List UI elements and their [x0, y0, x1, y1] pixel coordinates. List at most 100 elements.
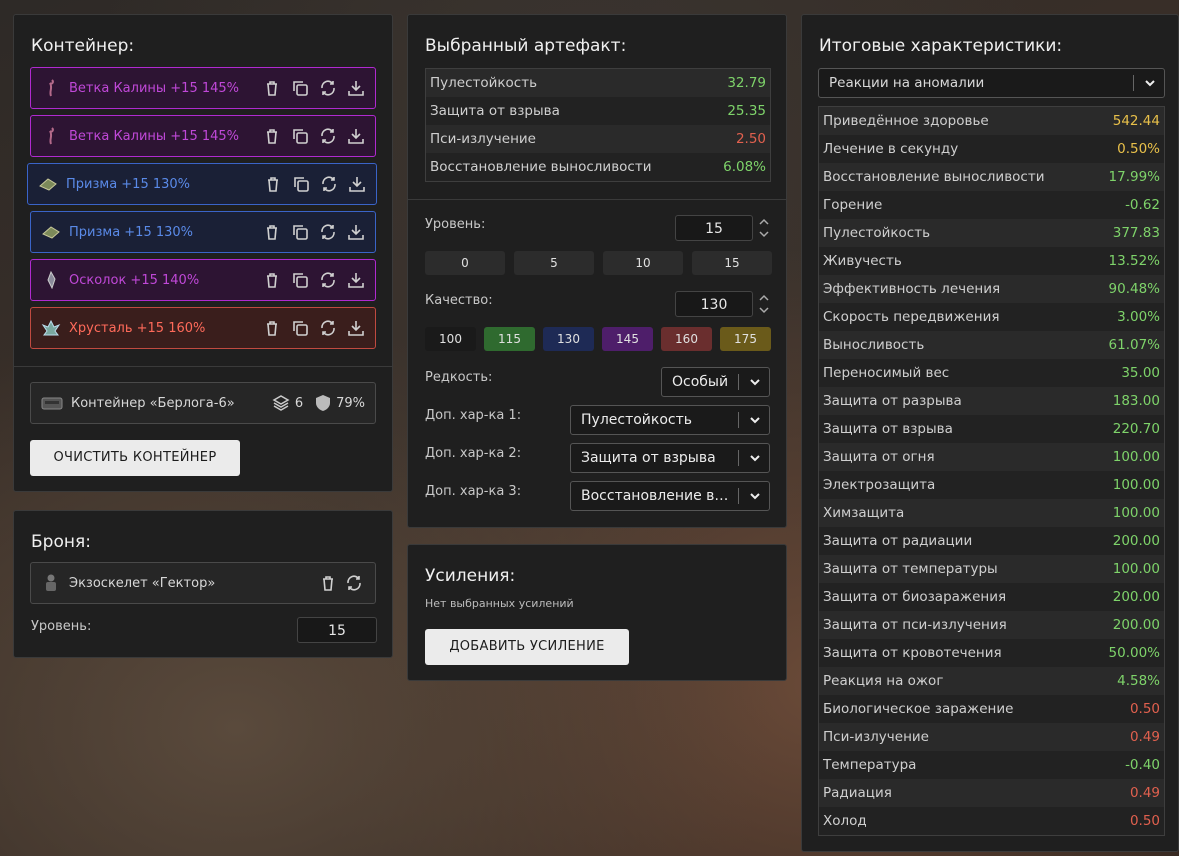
- copy-artifact-button[interactable]: [289, 317, 311, 339]
- totals-filter-select[interactable]: Реакции на аномалии: [818, 68, 1165, 98]
- stat-value: 6.08%: [723, 159, 766, 175]
- delete-armor-button[interactable]: [317, 572, 339, 594]
- container-info[interactable]: Контейнер «Берлога-6» 6 79%: [30, 382, 376, 424]
- rarity-select[interactable]: Особый: [661, 367, 770, 397]
- artifact-row[interactable]: Ветка Калины +15 145%: [30, 115, 376, 157]
- download-artifact-button[interactable]: [346, 173, 368, 195]
- extra1-value: Пулестойкость: [581, 412, 693, 428]
- chevron-down-icon: [745, 490, 765, 502]
- artifact-row[interactable]: Хрусталь +15 160%: [30, 307, 376, 349]
- divider: [408, 199, 786, 200]
- selected-title: Выбранный артефакт:: [425, 36, 627, 56]
- chevron-up-icon[interactable]: [759, 218, 769, 225]
- artifact-row[interactable]: Призма +15 130%: [30, 211, 376, 253]
- stat-value: 200.00: [1112, 617, 1160, 633]
- stat-row: Защита от температуры 100.00: [819, 555, 1164, 583]
- level-stepper[interactable]: [759, 218, 769, 238]
- delete-artifact-button[interactable]: [262, 173, 284, 195]
- delete-artifact-button[interactable]: [261, 125, 283, 147]
- protection-value: 79%: [336, 395, 365, 411]
- copy-artifact-button[interactable]: [290, 173, 312, 195]
- extra1-select[interactable]: Пулестойкость: [570, 405, 770, 435]
- branch-icon: [41, 78, 61, 98]
- level-preset-button[interactable]: 0: [425, 251, 505, 275]
- level-preset-button[interactable]: 5: [514, 251, 594, 275]
- extra3-label: Доп. хар-ка 3:: [425, 484, 522, 499]
- stat-value: -0.62: [1125, 197, 1160, 213]
- stat-value: 0.50%: [1117, 141, 1160, 157]
- delete-artifact-button[interactable]: [261, 269, 283, 291]
- swap-artifact-button[interactable]: [317, 317, 339, 339]
- quality-preset-button[interactable]: 175: [720, 327, 771, 351]
- quality-preset-button[interactable]: 145: [602, 327, 653, 351]
- stat-label: Восстановление выносливости: [430, 159, 652, 175]
- artifact-name: Осколок +15 140%: [69, 272, 200, 288]
- clear-container-button[interactable]: ОЧИСТИТЬ КОНТЕЙНЕР: [30, 440, 240, 476]
- chevron-down-icon: [1140, 77, 1160, 89]
- swap-artifact-button[interactable]: [317, 77, 339, 99]
- stat-value: 4.58%: [1117, 673, 1160, 689]
- quality-preset-button[interactable]: 160: [661, 327, 712, 351]
- level-preset-button[interactable]: 10: [603, 251, 683, 275]
- separator: [1133, 75, 1134, 91]
- quality-label: Качество:: [425, 293, 493, 308]
- quality-input[interactable]: 130: [675, 291, 753, 317]
- stat-value: 0.49: [1129, 729, 1160, 745]
- download-artifact-button[interactable]: [345, 221, 367, 243]
- stat-value: 100.00: [1112, 505, 1160, 521]
- stat-row: Переносимый вес 35.00: [819, 359, 1164, 387]
- shield-icon: [315, 394, 331, 412]
- artifact-row[interactable]: Осколок +15 140%: [30, 259, 376, 301]
- container-name: Контейнер «Берлога-6»: [71, 395, 235, 411]
- rarity-label: Редкость:: [425, 370, 493, 385]
- swap-artifact-button[interactable]: [317, 125, 339, 147]
- download-artifact-button[interactable]: [345, 269, 367, 291]
- level-input[interactable]: 15: [675, 215, 753, 241]
- armor-item[interactable]: Экзоскелет «Гектор»: [30, 562, 376, 604]
- stat-label: Защита от разрыва: [823, 393, 962, 409]
- artifact-name: Ветка Калины +15 145%: [69, 128, 240, 144]
- stat-value: 100.00: [1112, 477, 1160, 493]
- delete-artifact-button[interactable]: [261, 317, 283, 339]
- swap-artifact-button[interactable]: [317, 269, 339, 291]
- download-artifact-button[interactable]: [345, 317, 367, 339]
- delete-artifact-button[interactable]: [261, 77, 283, 99]
- level-preset-button[interactable]: 15: [692, 251, 772, 275]
- extra2-label: Доп. хар-ка 2:: [425, 446, 522, 461]
- extra2-select[interactable]: Защита от взрыва: [570, 443, 770, 473]
- copy-artifact-button[interactable]: [289, 125, 311, 147]
- stat-label: Защита от огня: [823, 449, 935, 465]
- stat-label: Скорость передвижения: [823, 309, 1000, 325]
- stat-row: Электрозащита 100.00: [819, 471, 1164, 499]
- swap-artifact-button[interactable]: [318, 173, 340, 195]
- stat-label: Восстановление выносливости: [823, 169, 1045, 185]
- stat-label: Реакция на ожог: [823, 673, 944, 689]
- stat-value: 0.50: [1129, 701, 1160, 717]
- quality-preset-button[interactable]: 115: [484, 327, 535, 351]
- swap-artifact-button[interactable]: [317, 221, 339, 243]
- armor-level-input[interactable]: 15: [297, 617, 377, 643]
- chevron-down-icon[interactable]: [759, 231, 769, 238]
- add-boost-button[interactable]: ДОБАВИТЬ УСИЛЕНИЕ: [425, 629, 629, 665]
- artifact-actions: [261, 221, 367, 243]
- extra3-select[interactable]: Восстановление выносливости: [570, 481, 770, 511]
- delete-artifact-button[interactable]: [261, 221, 283, 243]
- copy-artifact-button[interactable]: [289, 269, 311, 291]
- artifact-row[interactable]: Ветка Калины +15 145%: [30, 67, 376, 109]
- copy-artifact-button[interactable]: [289, 77, 311, 99]
- stat-row: Эффективность лечения 90.48%: [819, 275, 1164, 303]
- replace-armor-button[interactable]: [343, 572, 365, 594]
- totals-filter-value: Реакции на аномалии: [829, 75, 985, 91]
- chevron-up-icon[interactable]: [759, 294, 769, 301]
- chevron-down-icon[interactable]: [759, 307, 769, 314]
- artifact-row[interactable]: Призма +15 130%: [27, 163, 377, 205]
- quality-preset-button[interactable]: 130: [543, 327, 594, 351]
- stat-label: Защита от взрыва: [823, 421, 953, 437]
- stat-value: 2.50: [735, 131, 766, 147]
- download-artifact-button[interactable]: [345, 125, 367, 147]
- download-artifact-button[interactable]: [345, 77, 367, 99]
- quality-preset-button[interactable]: 100: [425, 327, 476, 351]
- copy-artifact-button[interactable]: [289, 221, 311, 243]
- prism-icon: [41, 222, 61, 242]
- quality-stepper[interactable]: [759, 294, 769, 314]
